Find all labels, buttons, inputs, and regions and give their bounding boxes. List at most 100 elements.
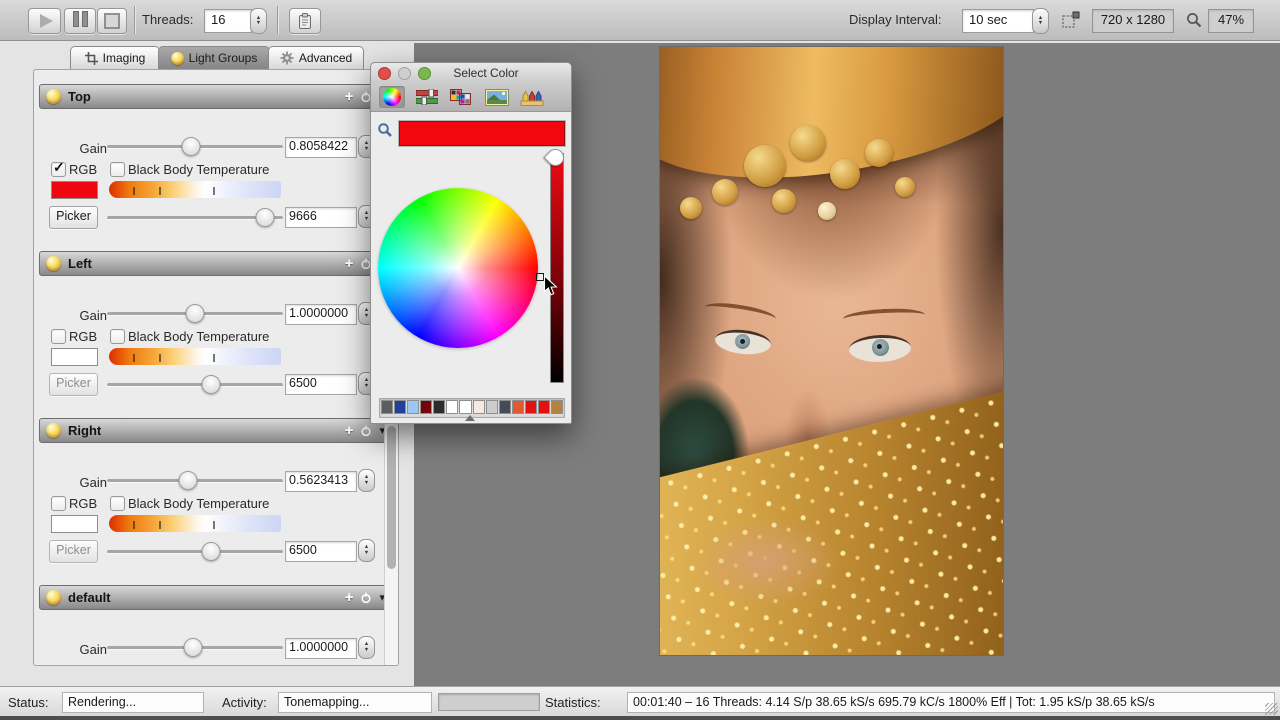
- light-color-swatch[interactable]: [51, 348, 98, 366]
- slider-thumb[interactable]: [201, 542, 220, 561]
- tab-advanced[interactable]: Advanced: [268, 46, 364, 69]
- tab-light-groups[interactable]: Light Groups: [158, 46, 270, 69]
- add-icon[interactable]: +: [345, 426, 354, 436]
- swatch[interactable]: [394, 400, 406, 414]
- resize-grip[interactable]: [1265, 703, 1278, 715]
- picker-value-input[interactable]: 9666: [285, 207, 357, 228]
- spin-down-icon[interactable]: ▼: [1038, 21, 1043, 27]
- threads-stepper[interactable]: ▲ ▼: [250, 8, 267, 34]
- slider-thumb[interactable]: [201, 375, 220, 394]
- threads-input[interactable]: 16: [204, 9, 252, 33]
- light-group-header[interactable]: Top + ▾: [39, 84, 394, 109]
- picker-slider[interactable]: [107, 542, 283, 560]
- light-color-swatch[interactable]: [51, 181, 98, 199]
- light-group-header[interactable]: default + ▾: [39, 585, 394, 610]
- gain-value-input[interactable]: 1.0000000: [285, 638, 357, 659]
- swatch[interactable]: [512, 400, 524, 414]
- gain-slider[interactable]: [107, 471, 283, 489]
- rgb-checkbox[interactable]: [51, 496, 66, 511]
- swatch[interactable]: [433, 400, 445, 414]
- display-interval-label: Display Interval:: [849, 12, 941, 27]
- gain-stepper[interactable]: ▲ ▼: [358, 469, 375, 492]
- swatch[interactable]: [499, 400, 511, 414]
- light-group-header[interactable]: Right + ▾: [39, 418, 394, 443]
- slider-thumb[interactable]: [178, 471, 197, 490]
- color-wheel-mode-button[interactable]: [379, 86, 405, 108]
- picker-stepper[interactable]: ▲ ▼: [358, 539, 375, 562]
- spin-down-icon[interactable]: ▼: [256, 21, 261, 27]
- swatch[interactable]: [538, 400, 550, 414]
- rgb-checkbox[interactable]: [51, 329, 66, 344]
- gain-slider[interactable]: [107, 638, 283, 656]
- scrollbar-thumb[interactable]: [387, 426, 396, 569]
- slider-thumb[interactable]: [182, 137, 201, 156]
- bbt-checkbox[interactable]: [110, 162, 125, 177]
- picker-slider[interactable]: [107, 375, 283, 393]
- resize-render-button[interactable]: [1062, 11, 1081, 34]
- swatch[interactable]: [486, 400, 498, 414]
- rgb-checkbox[interactable]: ✓: [51, 162, 66, 177]
- add-icon[interactable]: +: [345, 92, 354, 102]
- zoom-window-icon[interactable]: [418, 67, 431, 80]
- light-group-header[interactable]: Left + ▾: [39, 251, 394, 276]
- display-interval-input[interactable]: 10 sec: [962, 9, 1034, 33]
- gain-slider[interactable]: [107, 304, 283, 322]
- crayons-mode-button[interactable]: [519, 86, 545, 108]
- slider-thumb[interactable]: [186, 304, 205, 323]
- power-icon[interactable]: [360, 592, 372, 604]
- spin-down-icon[interactable]: ▼: [364, 217, 369, 223]
- render-resume-button[interactable]: [28, 8, 61, 34]
- picker-button[interactable]: Picker: [49, 373, 98, 396]
- bbt-checkbox[interactable]: [110, 496, 125, 511]
- gain-value-input[interactable]: 1.0000000: [285, 304, 357, 325]
- spin-down-icon[interactable]: ▼: [364, 648, 369, 654]
- minimize-icon[interactable]: [398, 67, 411, 80]
- tab-imaging[interactable]: Imaging: [70, 46, 160, 69]
- add-icon[interactable]: +: [345, 593, 354, 603]
- slider-thumb[interactable]: [256, 208, 275, 227]
- picker-value-input[interactable]: 6500: [285, 541, 357, 562]
- copy-to-clipboard-button[interactable]: [289, 8, 321, 34]
- close-icon[interactable]: [378, 67, 391, 80]
- swatch-drawer-handle[interactable]: [465, 415, 475, 421]
- blackbody-gradient-bar: [109, 181, 281, 198]
- gain-value-input[interactable]: 0.8058422: [285, 137, 357, 158]
- gain-value-input[interactable]: 0.5623413: [285, 471, 357, 492]
- picker-slider[interactable]: [107, 208, 283, 226]
- slider-thumb[interactable]: [184, 638, 203, 657]
- zoom-level-display: 47%: [1208, 9, 1254, 33]
- swatch[interactable]: [381, 400, 393, 414]
- swatch[interactable]: [407, 400, 419, 414]
- dialog-titlebar[interactable]: Select Color: [371, 63, 571, 83]
- zoom-button[interactable]: [1185, 11, 1203, 34]
- picker-button[interactable]: Picker: [49, 206, 98, 229]
- picker-value-input[interactable]: 6500: [285, 374, 357, 395]
- picker-button[interactable]: Picker: [49, 540, 98, 563]
- bbt-checkbox[interactable]: [110, 329, 125, 344]
- spin-down-icon[interactable]: ▼: [364, 147, 369, 153]
- spin-down-icon[interactable]: ▼: [364, 481, 369, 487]
- spin-down-icon[interactable]: ▼: [364, 551, 369, 557]
- swatch[interactable]: [459, 400, 471, 414]
- swatch[interactable]: [473, 400, 485, 414]
- spin-down-icon[interactable]: ▼: [364, 314, 369, 320]
- gain-slider[interactable]: [107, 137, 283, 155]
- render-stop-button[interactable]: [97, 8, 127, 34]
- display-interval-stepper[interactable]: ▲ ▼: [1032, 8, 1049, 34]
- swatch[interactable]: [551, 400, 563, 414]
- brightness-slider[interactable]: [550, 153, 564, 383]
- add-icon[interactable]: +: [345, 259, 354, 269]
- swatch[interactable]: [446, 400, 458, 414]
- spin-down-icon[interactable]: ▼: [364, 384, 369, 390]
- image-palettes-mode-button[interactable]: [484, 86, 510, 108]
- swatch[interactable]: [420, 400, 432, 414]
- power-icon[interactable]: [360, 425, 372, 437]
- color-sliders-mode-button[interactable]: [414, 86, 440, 108]
- swatch[interactable]: [525, 400, 537, 414]
- gain-stepper[interactable]: ▲ ▼: [358, 636, 375, 659]
- render-pause-button[interactable]: [64, 8, 96, 34]
- light-color-swatch[interactable]: [51, 515, 98, 533]
- color-wheel[interactable]: [378, 188, 538, 348]
- color-palettes-mode-button[interactable]: [449, 86, 475, 108]
- color-picker-loupe-button[interactable]: [377, 122, 393, 143]
